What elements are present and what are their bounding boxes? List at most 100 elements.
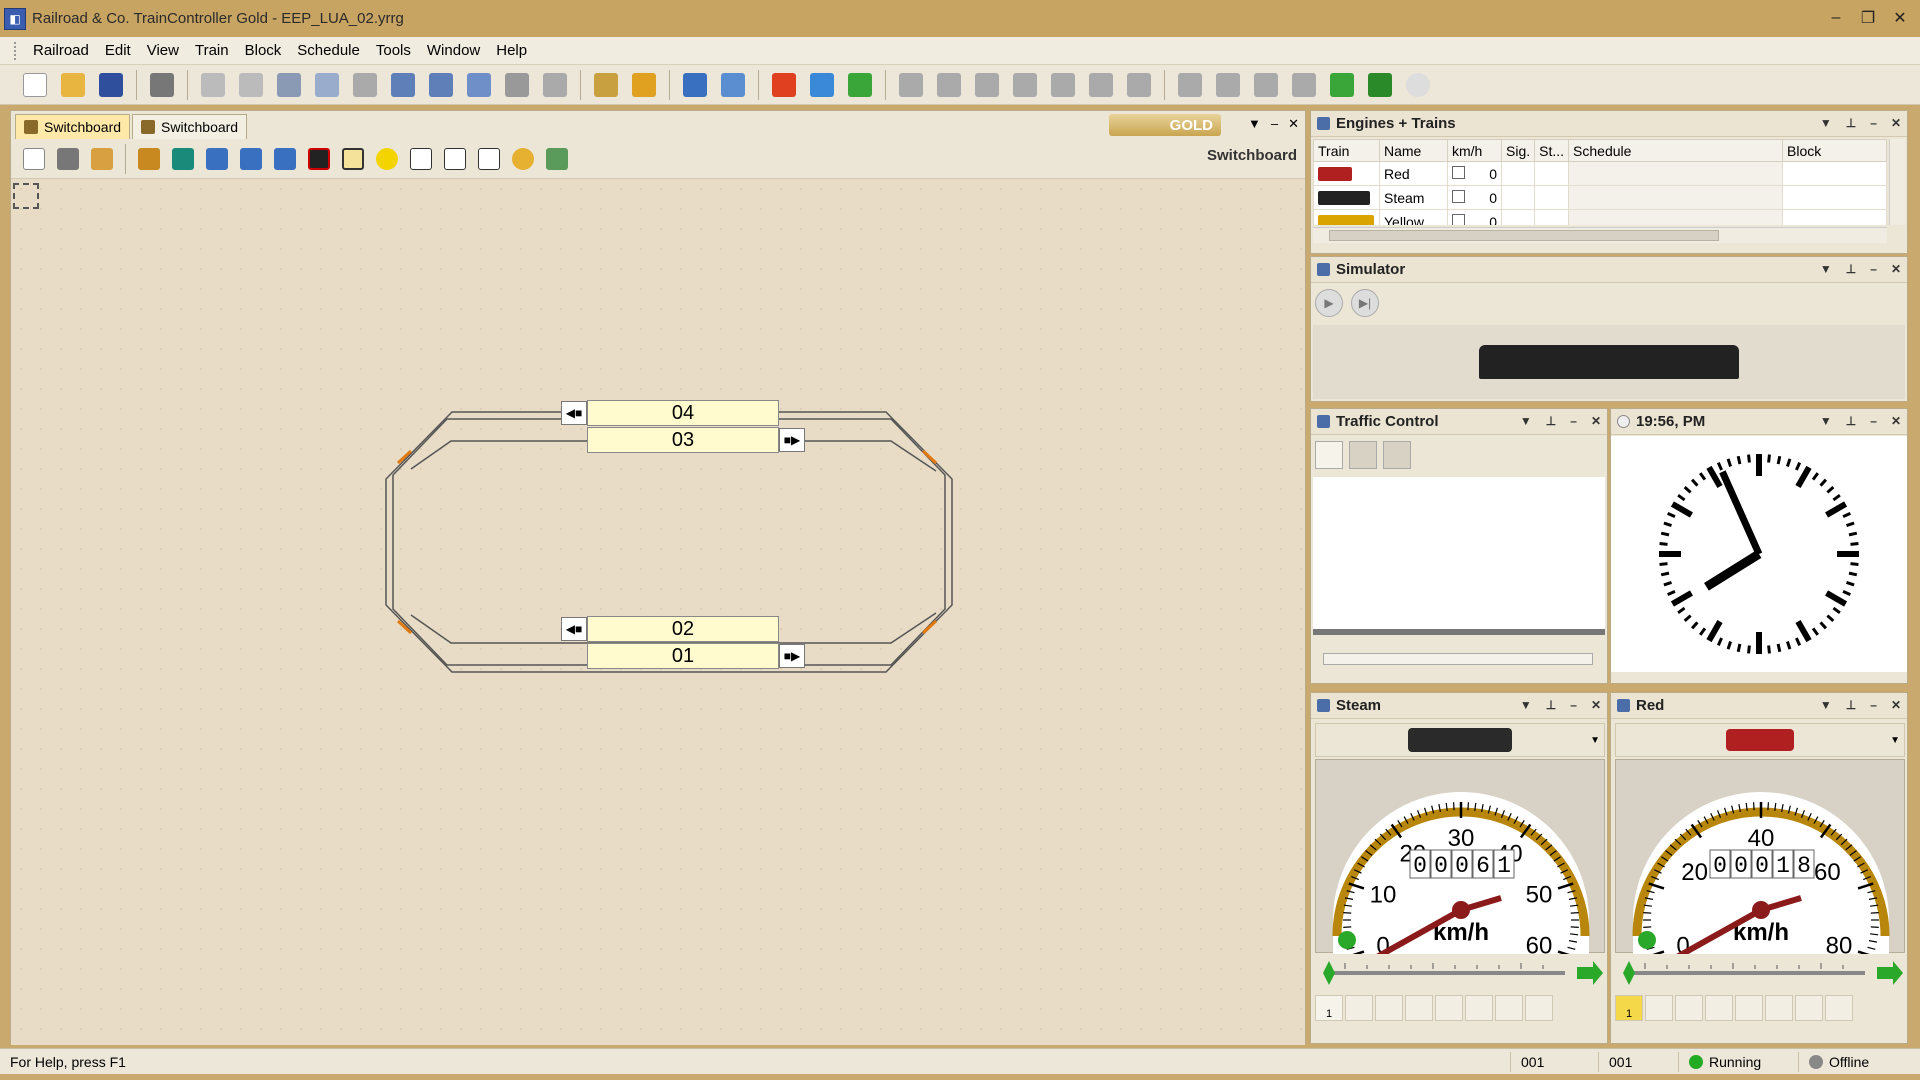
minimize-icon[interactable]: – — [1870, 116, 1877, 130]
pin-icon[interactable]: ⊥ — [1846, 262, 1856, 276]
col-name[interactable]: Name — [1379, 139, 1448, 162]
block-tool-button[interactable] — [338, 144, 368, 174]
menu-window[interactable]: Window — [419, 42, 488, 59]
menu-view[interactable]: View — [139, 42, 187, 59]
paste-button[interactable] — [348, 69, 382, 101]
text-tool-button[interactable] — [440, 144, 470, 174]
close-icon[interactable]: ✕ — [1891, 116, 1901, 130]
redo-button[interactable] — [234, 69, 268, 101]
vertical-scrollbar[interactable] — [1889, 139, 1905, 225]
tool-b-button[interactable] — [932, 69, 966, 101]
mirror-h-button[interactable] — [386, 69, 420, 101]
chevron-down-icon[interactable]: ▼ — [1820, 414, 1832, 428]
close-icon[interactable]: ✕ — [1891, 698, 1901, 712]
text-button[interactable] — [1363, 69, 1397, 101]
pencil-tool-button[interactable] — [87, 144, 117, 174]
brush-tool-button[interactable] — [134, 144, 164, 174]
pin-icon[interactable]: ⊥ — [1846, 116, 1856, 130]
tool-j-button[interactable] — [1249, 69, 1283, 101]
crossing-tool-button[interactable] — [270, 144, 300, 174]
col-state[interactable]: St... — [1534, 139, 1570, 162]
close-icon[interactable]: ✕ — [1891, 414, 1901, 428]
chevron-down-icon[interactable]: ▼ — [1520, 414, 1532, 428]
restore-button[interactable]: ❐ — [1854, 6, 1882, 30]
palette-tool-button[interactable] — [508, 144, 538, 174]
undo-button[interactable] — [196, 69, 230, 101]
color-tool-button[interactable] — [168, 144, 198, 174]
pin-icon[interactable]: ⊥ — [1846, 698, 1856, 712]
block-view-button[interactable] — [1383, 441, 1411, 469]
select-tool-button[interactable] — [19, 144, 49, 174]
function-key[interactable] — [1825, 995, 1853, 1021]
train-view-button[interactable] — [1349, 441, 1377, 469]
function-key[interactable] — [1525, 995, 1553, 1021]
col-signal[interactable]: Sig. — [1500, 139, 1536, 162]
play-button[interactable]: ▶ — [1315, 289, 1343, 317]
menu-help[interactable]: Help — [488, 42, 535, 59]
switch-tool-button[interactable] — [236, 144, 266, 174]
block-04[interactable]: 04 — [587, 400, 779, 426]
close-icon[interactable]: ✕ — [1591, 414, 1601, 428]
label-tool-button[interactable] — [406, 144, 436, 174]
pin-icon[interactable]: ⊥ — [1846, 414, 1856, 428]
chevron-down-icon[interactable]: ▼ — [1590, 735, 1600, 746]
chevron-down-icon[interactable]: ▼ — [1248, 116, 1261, 132]
minimize-icon[interactable]: – — [1870, 698, 1877, 712]
chevron-down-icon[interactable]: ▼ — [1820, 116, 1832, 130]
tool-e-button[interactable] — [1046, 69, 1080, 101]
tool-h-button[interactable] — [1173, 69, 1207, 101]
checkbox[interactable] — [1452, 213, 1465, 225]
minimize-icon[interactable]: – — [1271, 116, 1278, 132]
pin-icon[interactable]: ⊥ — [1546, 698, 1556, 712]
tool-c-button[interactable] — [970, 69, 1004, 101]
function-key[interactable] — [1795, 995, 1823, 1021]
loco-selector[interactable]: ▼ — [1315, 723, 1605, 757]
blank-view-button[interactable] — [1315, 441, 1343, 469]
menu-train[interactable]: Train — [187, 42, 237, 59]
function-key[interactable] — [1435, 995, 1463, 1021]
checkbox[interactable] — [1452, 165, 1465, 179]
copy-button[interactable] — [310, 69, 344, 101]
cut-button[interactable] — [272, 69, 306, 101]
tool-l-button[interactable] — [1325, 69, 1359, 101]
function-key[interactable] — [1645, 995, 1673, 1021]
freeze-button[interactable] — [805, 69, 839, 101]
minimize-icon[interactable]: – — [1570, 414, 1577, 428]
table-row[interactable]: Yellow 0 — [1313, 209, 1887, 225]
menu-tools[interactable]: Tools — [368, 42, 419, 59]
light-function-key[interactable]: 1 — [1315, 995, 1343, 1021]
signal-right-03[interactable]: ■▶ — [779, 428, 805, 452]
block-01[interactable]: 01 — [587, 643, 779, 669]
menu-railroad[interactable]: Railroad — [25, 42, 97, 59]
power-button[interactable] — [767, 69, 801, 101]
col-train[interactable]: Train — [1313, 139, 1380, 162]
col-schedule[interactable]: Schedule — [1568, 139, 1784, 162]
tool-f-button[interactable] — [1084, 69, 1118, 101]
signal-right-01[interactable]: ■▶ — [779, 644, 805, 668]
clock-button[interactable] — [1401, 69, 1435, 101]
close-icon[interactable]: ✕ — [1891, 262, 1901, 276]
function-key[interactable] — [1675, 995, 1703, 1021]
function-key[interactable] — [1765, 995, 1793, 1021]
menu-block[interactable]: Block — [237, 42, 290, 59]
save-button[interactable] — [94, 69, 128, 101]
signal-tool-button[interactable] — [304, 144, 334, 174]
block-03[interactable]: 03 — [587, 427, 779, 453]
function-key[interactable] — [1345, 995, 1373, 1021]
function-key[interactable] — [1735, 995, 1763, 1021]
tool-i-button[interactable] — [1211, 69, 1245, 101]
track-tool-button[interactable] — [202, 144, 232, 174]
col-block[interactable]: Block — [1782, 139, 1887, 162]
minimize-icon[interactable]: – — [1870, 414, 1877, 428]
loco-selector[interactable]: ▼ — [1615, 723, 1905, 757]
minimize-icon[interactable]: – — [1570, 698, 1577, 712]
minimize-button[interactable]: – — [1822, 6, 1850, 30]
go-button[interactable] — [843, 69, 877, 101]
close-button[interactable]: ✕ — [1886, 6, 1914, 30]
step-button[interactable]: ▶| — [1351, 289, 1379, 317]
rotate-button[interactable] — [462, 69, 496, 101]
grid-button[interactable] — [538, 69, 572, 101]
speed-slider[interactable] — [1615, 955, 1905, 991]
function-key[interactable] — [1465, 995, 1493, 1021]
print-button[interactable] — [145, 69, 179, 101]
